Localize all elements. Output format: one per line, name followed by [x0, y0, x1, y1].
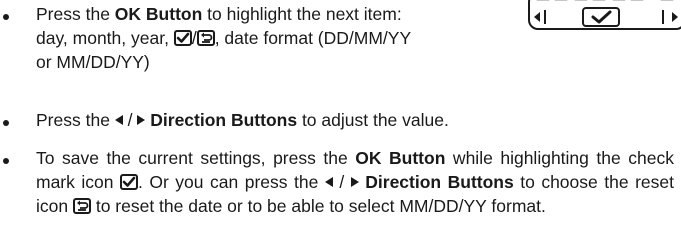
lcd-display	[528, 0, 681, 30]
lcd-divider	[662, 10, 664, 24]
lcd-icon-row	[530, 6, 681, 28]
check-mark-icon	[173, 30, 192, 46]
ok-button-label: OK Button	[355, 148, 446, 168]
reset-icon	[196, 30, 215, 46]
bullet-icon	[3, 120, 9, 126]
direction-buttons-label: Direction Buttons	[150, 110, 298, 130]
lcd-divider	[544, 10, 546, 24]
lcd-right-arrow-icon	[672, 12, 678, 22]
left-direction-icon	[324, 177, 333, 187]
reset-icon	[72, 198, 91, 214]
instruction-text: Press the OK Button to highlight the nex…	[36, 4, 412, 72]
left-direction-icon	[114, 115, 123, 125]
lcd-check-mark-icon	[582, 7, 620, 27]
bullet-icon	[3, 14, 9, 20]
bullet-icon	[3, 158, 9, 164]
lcd-digits	[536, 0, 674, 1]
ok-button-label: OK Button	[114, 4, 203, 24]
instruction-text: Press the / Direction Buttons to adjust …	[36, 110, 449, 130]
instruction-text: To save the current settings, press the …	[36, 148, 674, 216]
right-direction-icon	[350, 177, 359, 187]
direction-buttons-label: Direction Buttons	[365, 172, 514, 192]
check-mark-icon	[120, 174, 138, 190]
lcd-left-arrow-icon	[534, 12, 540, 22]
